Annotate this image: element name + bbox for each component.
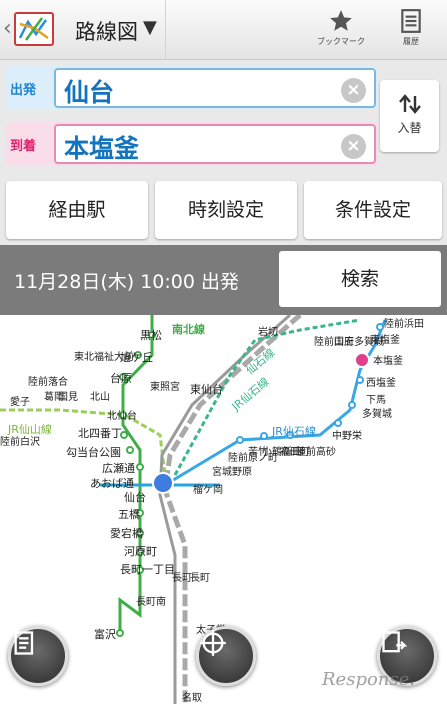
divider [165,0,166,60]
page-title[interactable]: 路線図 [75,16,138,46]
destination-station-marker [354,352,370,368]
time-setting-button[interactable]: 時刻設定 [155,181,297,239]
line-label: JR仙石線 [228,374,271,414]
station-label: 広瀬通 [102,461,135,475]
via-station-button[interactable]: 経由駅 [6,181,148,239]
star-icon [330,10,352,31]
station-label: 河原町 [124,545,157,558]
station-label: 東仙台 [190,382,223,396]
swap-label: 入替 [397,121,422,135]
station-label: 中野栄 [332,429,362,442]
departure-station-input[interactable]: 仙台 × [54,68,376,108]
station-label: 多賀城 [362,407,392,420]
station-label: 北四番丁 [78,427,122,440]
station-label: 愛宕橋 [110,526,143,540]
station-label: 長町南 [136,595,166,608]
route-list-button[interactable] [8,626,68,686]
station-label: 北仙台 [107,409,137,422]
line-label: JR仙石線 [271,424,316,438]
swap-arrows-icon [398,94,421,114]
departure-station-value: 仙台 [64,78,115,107]
condition-setting-button[interactable]: 条件設定 [304,181,442,239]
station-label: 陸前浜田 [384,317,424,330]
station-label: 北山 [90,391,110,403]
swap-stations-button[interactable]: 入替 [380,80,439,152]
station-label: 本塩釜 [373,354,403,367]
station-label: 東北福祉大前 [74,350,134,363]
station-label: 長町 [172,572,192,584]
line-label: 南北線 [172,322,205,336]
clear-arrival-icon[interactable]: × [341,134,366,159]
route-map[interactable]: 南北線 仙石線 JR仙山線 JR仙石線 JR仙石線 黒松 旭ケ丘 台原 北仙台 … [0,315,447,704]
station-label: 黒松 [140,328,162,342]
station-label: 富沢 [94,627,116,641]
search-button[interactable]: 検索 [279,251,441,307]
history-list-icon [401,9,421,33]
route-map-app-icon[interactable] [14,12,54,46]
station-label: 榴ケ岡 [193,483,223,496]
station-label: 陸前白沢 [0,435,40,448]
station-label: 岩切 [258,325,278,338]
station-label: 名取 [182,691,202,704]
crosshair-icon [200,630,226,656]
document-list-icon [14,631,34,655]
station-label: 葛岡 [44,390,64,403]
station-label: 勾当台公園 [66,445,121,459]
back-chevron-icon[interactable]: ‹ [3,16,12,41]
station-label: 下馬 [366,394,386,406]
bookmark-button[interactable]: ブックマーク [306,8,376,54]
station-label: 仙台 [124,490,146,504]
arrival-label: 到着 [10,139,37,154]
departure-label: 出発 [10,83,37,98]
station-label: 西塩釜 [366,376,396,389]
route-search-icon [382,631,408,653]
search-bar: 11月28日(木) 10:00 出発 検索 [0,245,447,315]
station-label: 台原 [110,371,132,385]
departure-row: 出発 仙台 × [6,66,378,110]
station-label: 長町一丁目 [120,563,175,576]
arrival-station-input[interactable]: 本塩釜 × [54,124,376,164]
station-label: 宮城野原 [212,465,252,478]
departure-datetime[interactable]: 11月28日(木) 10:00 出発 [14,267,239,294]
dropdown-caret-icon[interactable]: ▼ [143,17,157,38]
app-screen: ‹ 路線図 ▼ ブックマーク 履歴 出発 仙台 × 到着 本塩釜 × 入替 経由… [0,0,447,704]
line-label: JR仙山線 [7,422,52,436]
history-label: 履歴 [403,37,419,46]
station-label: 陸前高砂 [296,445,336,458]
station-label: 東照宮 [150,380,180,393]
station-label: 陸前山王 [314,335,354,348]
station-label: 陸前落合 [28,375,68,388]
station-label: 五橋 [118,507,140,521]
clear-departure-icon[interactable]: × [341,78,366,103]
arrival-row: 到着 本塩釜 × [6,122,378,166]
current-station-marker [152,472,174,494]
watermark: Response. [322,669,416,690]
bookmark-label: ブックマーク [317,37,365,46]
station-label: 長町 [190,572,210,584]
current-location-button[interactable] [196,626,256,686]
station-label: あおば通 [90,477,134,490]
history-button[interactable]: 履歴 [376,8,446,54]
top-bar: ‹ 路線図 ▼ ブックマーク 履歴 [0,0,447,60]
arrival-station-value: 本塩釜 [64,134,140,163]
station-label: 愛子 [10,395,30,408]
